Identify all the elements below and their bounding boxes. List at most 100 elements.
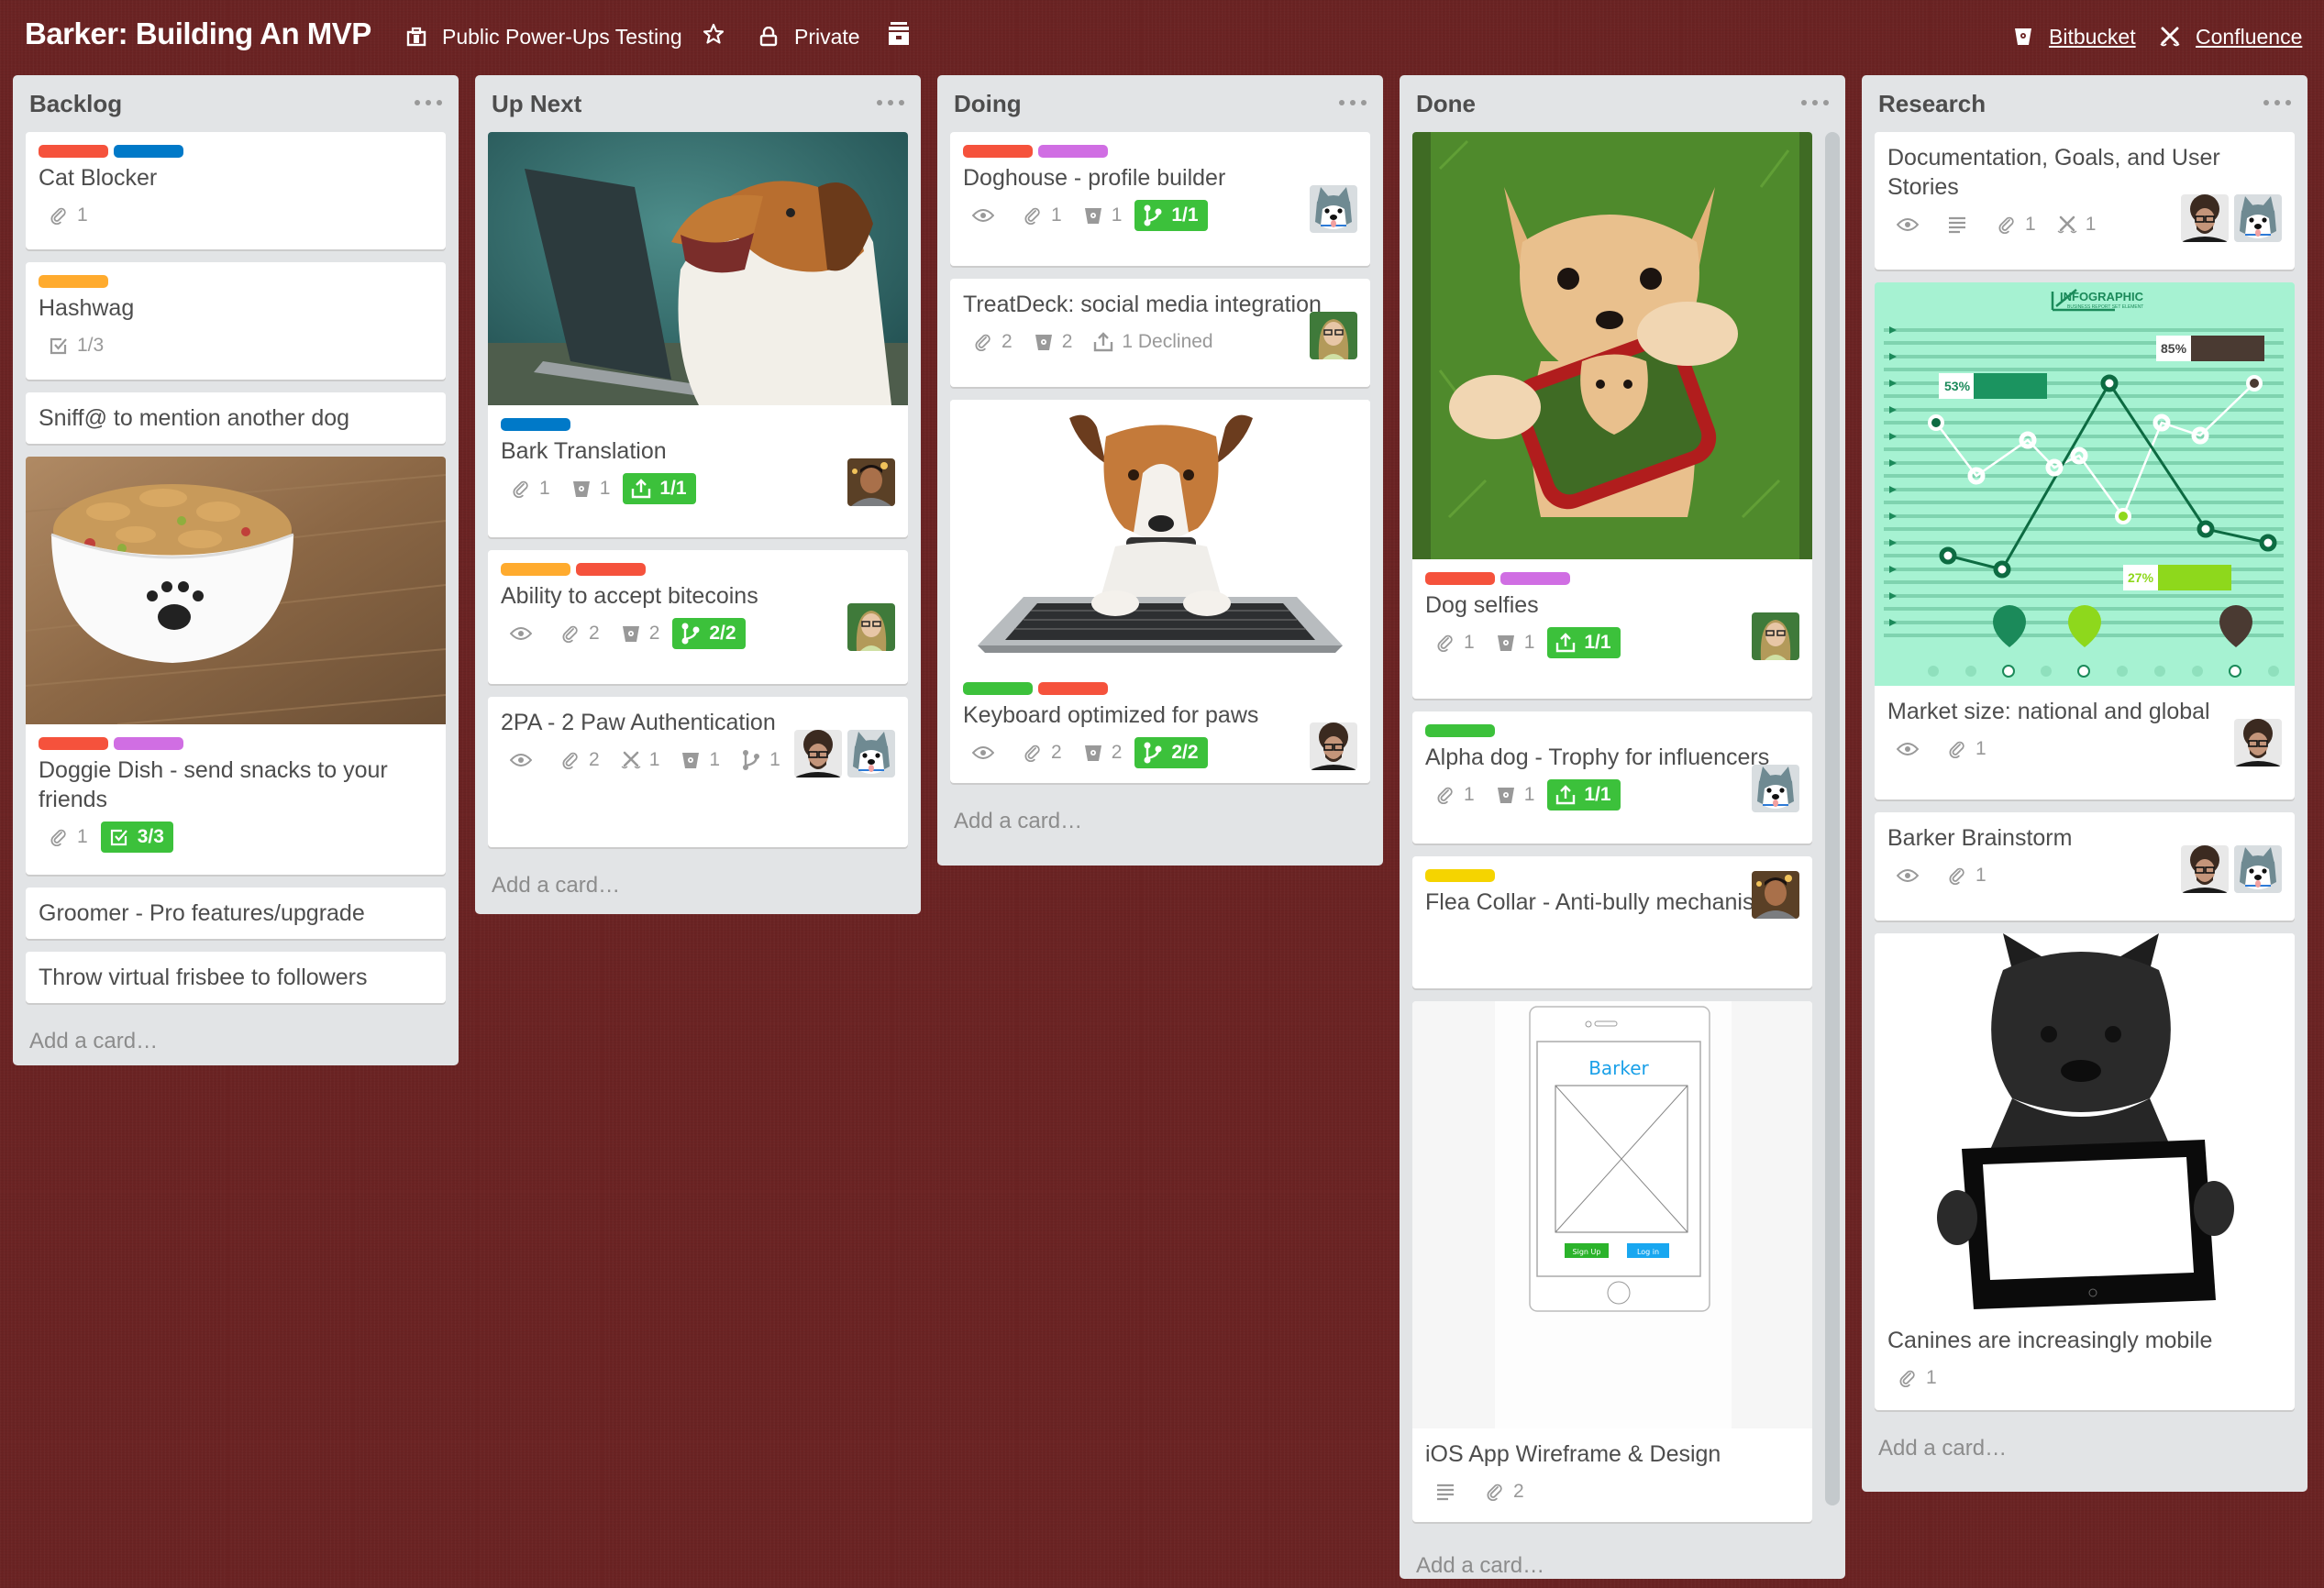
card-market-size[interactable]: INFOGRAPHIC BUSINESS REPORT SET ELEMENT … bbox=[1875, 282, 2295, 800]
badge-pull-request: 1/1 bbox=[1547, 779, 1621, 811]
badge-branch: 1/1 bbox=[1134, 200, 1208, 231]
bitbucket-powerup-button[interactable]: Bitbucket bbox=[2012, 22, 2136, 51]
badge-text: 1 bbox=[769, 749, 780, 770]
add-card-button[interactable]: Add a card… bbox=[475, 860, 921, 915]
avatar-member-curly[interactable] bbox=[2234, 719, 2282, 766]
list-scrollbar[interactable] bbox=[1825, 132, 1840, 1505]
visibility-button[interactable]: Private bbox=[758, 22, 860, 51]
card-canines-mobile[interactable]: Canines are increasingly mobile 1 bbox=[1875, 933, 2295, 1410]
list-menu-button[interactable] bbox=[877, 90, 904, 116]
card-ios-wireframe[interactable]: Barker Sign Up Log in iOS App Wireframe … bbox=[1412, 1001, 1812, 1522]
card-keyboard[interactable]: Keyboard optimized for paws 2 2 2/2 bbox=[950, 400, 1370, 783]
list-menu-button[interactable] bbox=[1339, 90, 1367, 116]
add-card-button[interactable]: Add a card… bbox=[1400, 1535, 1845, 1588]
attachment-icon bbox=[559, 749, 581, 771]
avatar-member-husky[interactable] bbox=[2234, 845, 2282, 893]
card-dog-selfies[interactable]: Dog selfies 1 1 1/1 bbox=[1412, 132, 1812, 699]
avatar-member-husky[interactable] bbox=[2234, 194, 2282, 242]
avatar-member-man[interactable] bbox=[847, 458, 895, 506]
avatar-member-man[interactable] bbox=[1752, 871, 1799, 919]
avatar-member-woman[interactable] bbox=[1752, 612, 1799, 660]
badge-text: 1 bbox=[648, 749, 660, 770]
card-groomer[interactable]: Groomer - Pro features/upgrade bbox=[26, 888, 446, 939]
list-title[interactable]: Research bbox=[1878, 90, 1986, 118]
list-menu-button[interactable] bbox=[415, 90, 442, 116]
list-title[interactable]: Doing bbox=[954, 90, 1022, 118]
add-card-button[interactable]: Add a card… bbox=[937, 796, 1383, 851]
checklist-icon bbox=[48, 335, 70, 357]
card-title: Sniff@ to mention another dog bbox=[39, 405, 350, 431]
star-button[interactable] bbox=[701, 22, 726, 50]
add-card-button[interactable]: Add a card… bbox=[1862, 1423, 2307, 1478]
badge-text: 3/3 bbox=[137, 826, 164, 847]
badge-text: 2 bbox=[1002, 331, 1013, 352]
card-frisbee[interactable]: Throw virtual frisbee to followers bbox=[26, 952, 446, 1003]
card-barker-brainstorm[interactable]: Barker Brainstorm 1 bbox=[1875, 812, 2295, 921]
badge-attachment: 1 bbox=[1946, 733, 1986, 765]
card-treatdeck[interactable]: TreatDeck: social media integration 2 2 1 … bbox=[950, 279, 1370, 387]
card-title: Documentation, Goals, and User Stories bbox=[1887, 145, 2220, 200]
avatar-member-husky[interactable] bbox=[847, 730, 895, 777]
badge-text: 2 bbox=[1513, 1481, 1524, 1502]
confluence-icon bbox=[620, 749, 642, 771]
card-cat-blocker[interactable]: Cat Blocker 1 bbox=[26, 132, 446, 249]
confluence-powerup-button[interactable]: Confluence bbox=[2159, 22, 2302, 51]
lock-icon bbox=[758, 26, 780, 48]
pull-request-icon bbox=[1555, 784, 1577, 806]
badge-text: 1 bbox=[1111, 204, 1123, 226]
infographic-stat-53: 53% bbox=[1944, 379, 1971, 393]
card-title: Flea Collar - Anti-bully mechanisms bbox=[1425, 889, 1785, 915]
description-icon bbox=[1434, 1481, 1456, 1503]
card-sniff[interactable]: Sniff@ to mention another dog bbox=[26, 392, 446, 444]
list-title[interactable]: Done bbox=[1416, 90, 1476, 118]
card-title: Cat Blocker bbox=[39, 165, 158, 191]
badge-text: 1 bbox=[709, 749, 721, 770]
list-title[interactable]: Backlog bbox=[29, 90, 122, 118]
badge-attachment: 1 bbox=[1897, 1362, 1937, 1394]
avatar-member-curly[interactable] bbox=[1310, 722, 1357, 770]
card-doggie-dish[interactable]: Doggie Dish - send snacks to your friend… bbox=[26, 457, 446, 875]
list-menu-button[interactable] bbox=[1801, 90, 1829, 116]
pull-request-icon bbox=[1092, 331, 1114, 353]
attachment-icon bbox=[1946, 738, 1968, 760]
card-bitecoins[interactable]: Ability to accept bitecoins 2 2 2/2 bbox=[488, 550, 908, 684]
card-documentation[interactable]: Documentation, Goals, and User Stories 1… bbox=[1875, 132, 2295, 270]
archive-button[interactable] bbox=[886, 21, 912, 50]
avatar-member-curly[interactable] bbox=[2181, 194, 2229, 242]
badge-attachment: 1 bbox=[1434, 779, 1475, 811]
card-bark-translation[interactable]: Bark Translation 1 1 1/1 bbox=[488, 132, 908, 537]
confluence-link[interactable]: Confluence bbox=[2196, 25, 2302, 50]
board-title[interactable]: Barker: Building An MVP bbox=[25, 17, 371, 51]
branch-icon bbox=[1142, 742, 1164, 764]
label-orange bbox=[501, 563, 570, 576]
avatar-member-woman[interactable] bbox=[847, 603, 895, 651]
badge-text: 1/1 bbox=[1171, 204, 1199, 226]
card-flea-collar[interactable]: Flea Collar - Anti-bully mechanisms bbox=[1412, 856, 1812, 988]
badge-attachment: 2 bbox=[559, 744, 600, 776]
avatar-member-husky[interactable] bbox=[1752, 765, 1799, 812]
card-doghouse[interactable]: Doghouse - profile builder 1 1 1/1 bbox=[950, 132, 1370, 266]
list-title[interactable]: Up Next bbox=[492, 90, 581, 118]
team-button[interactable]: Public Power-Ups Testing bbox=[405, 22, 682, 51]
bitbucket-link[interactable]: Bitbucket bbox=[2049, 25, 2136, 50]
badge-text: 2 bbox=[1111, 742, 1123, 763]
watch-icon bbox=[1897, 738, 1919, 760]
card-2pa[interactable]: 2PA - 2 Paw Authentication 2111 bbox=[488, 697, 908, 847]
card-hashwag[interactable]: Hashwag 1/3 bbox=[26, 262, 446, 380]
menu-dot bbox=[877, 100, 882, 105]
list-doing: Doing Doghouse - profile builder 1 1 1/1 T… bbox=[937, 75, 1383, 866]
label-red bbox=[1038, 682, 1108, 695]
badge-attachment: 2 bbox=[972, 326, 1013, 358]
list-menu-button[interactable] bbox=[2263, 90, 2291, 116]
badge-text: 2 bbox=[589, 623, 600, 644]
avatar-member-curly[interactable] bbox=[2181, 845, 2229, 893]
attachment-icon bbox=[48, 204, 70, 226]
infographic-subheading: BUSINESS REPORT SET ELEMENT bbox=[2067, 304, 2143, 310]
avatar-member-curly[interactable] bbox=[794, 730, 842, 777]
avatar-member-woman[interactable] bbox=[1310, 312, 1357, 359]
badge-attachment: 2 bbox=[1022, 737, 1062, 768]
card-alpha-dog[interactable]: Alpha dog - Trophy for influencers 1 1 1/1 bbox=[1412, 711, 1812, 844]
avatar-member-husky[interactable] bbox=[1310, 185, 1357, 233]
add-card-button[interactable]: Add a card… bbox=[13, 1016, 459, 1071]
badge-text: 1 bbox=[77, 826, 88, 847]
